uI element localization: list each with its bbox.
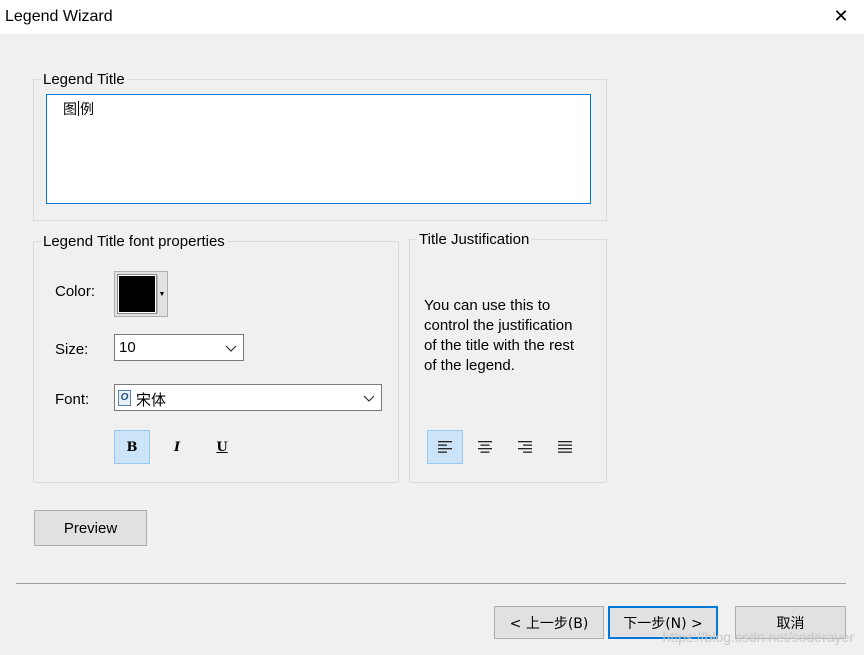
footer-separator bbox=[16, 583, 846, 584]
legend-title-group-label: Legend Title bbox=[41, 71, 127, 89]
window-title: Legend Wizard bbox=[5, 8, 113, 25]
font-select[interactable]: O 宋体 bbox=[114, 384, 382, 411]
watermark-text: https://blog.csdn.net/soderayer bbox=[662, 629, 854, 645]
legend-title-input[interactable]: 图例 bbox=[46, 94, 591, 204]
align-right-icon bbox=[518, 441, 532, 453]
legend-title-text-after: 例 bbox=[80, 102, 94, 118]
chevron-down-icon bbox=[363, 395, 375, 402]
align-center-icon bbox=[478, 441, 492, 453]
underline-button[interactable]: U bbox=[204, 430, 240, 464]
align-justify-icon bbox=[558, 441, 572, 453]
color-label: Color: bbox=[55, 283, 96, 300]
bold-button[interactable]: B bbox=[114, 430, 150, 464]
legend-title-text-before: 图 bbox=[63, 102, 77, 118]
align-center-button[interactable] bbox=[467, 430, 503, 464]
size-select-value: 10 bbox=[119, 339, 136, 356]
font-label: Font: bbox=[55, 391, 90, 408]
italic-button[interactable]: I bbox=[159, 430, 195, 464]
close-icon[interactable]: ✕ bbox=[818, 0, 864, 33]
justification-description: You can use this to control the justific… bbox=[424, 297, 575, 374]
text-caret bbox=[78, 101, 79, 116]
title-bar: Legend Wizard ✕ bbox=[0, 0, 864, 34]
preview-button[interactable]: Preview bbox=[34, 510, 147, 546]
color-swatch bbox=[117, 274, 157, 314]
align-justify-button[interactable] bbox=[547, 430, 583, 464]
italic-icon: I bbox=[173, 439, 181, 455]
font-select-value: 宋体 bbox=[136, 391, 167, 409]
size-label: Size: bbox=[55, 341, 89, 358]
color-picker-button[interactable]: ▼ bbox=[114, 271, 168, 317]
opentype-font-icon: O bbox=[118, 390, 131, 406]
dropdown-arrow-icon: ▼ bbox=[157, 275, 166, 313]
underline-icon: U bbox=[216, 439, 228, 455]
size-select[interactable]: 10 bbox=[114, 334, 244, 361]
align-left-button[interactable] bbox=[427, 430, 463, 464]
back-button[interactable]: < 上一步(B) bbox=[494, 606, 604, 639]
font-properties-group-label: Legend Title font properties bbox=[41, 233, 227, 251]
align-right-button[interactable] bbox=[507, 430, 543, 464]
align-left-icon bbox=[438, 441, 452, 453]
chevron-down-icon bbox=[225, 345, 237, 352]
bold-icon: B bbox=[126, 439, 138, 455]
title-justification-group-label: Title Justification bbox=[417, 231, 532, 249]
